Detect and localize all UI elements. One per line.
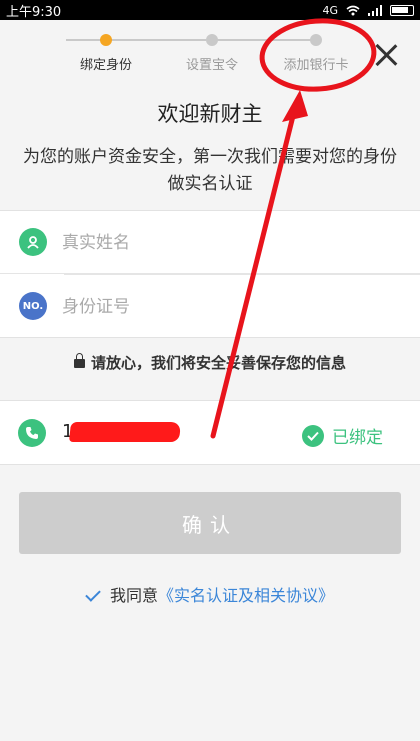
status-icons: 4G [322, 4, 414, 17]
close-icon[interactable] [371, 40, 401, 70]
user-icon [19, 228, 47, 256]
check-circle-icon [302, 424, 324, 447]
signal-icon [368, 4, 382, 16]
security-notice: 请放心，我们将安全妥善保存您的信息 [0, 352, 420, 373]
page-title: 欢迎新财主 [157, 102, 263, 126]
step-label-2: 设置宝令 [185, 58, 239, 73]
status-time: 上午9:30 [6, 4, 62, 20]
id-number-icon: NO. [19, 292, 47, 320]
page-description: 为您的账户资金安全，第一次我们需要对您的身份做实名认证 [23, 147, 397, 194]
name-row [0, 211, 420, 274]
security-notice-text: 请放心，我们将安全妥善保存您的信息 [90, 354, 346, 372]
step-connector [66, 39, 206, 41]
step-label-3: 添加银行卡 [283, 58, 349, 73]
agreement-row: 我同意《实名认证及相关协议》 [0, 582, 420, 606]
id-icon-text: NO. [22, 300, 44, 312]
lock-icon [73, 353, 85, 368]
header-area: 绑定身份 设置宝令 添加银行卡 欢迎新财主 为您的账户资金安全，第一次我们需要对… [0, 20, 420, 210]
progress-steps: 绑定身份 设置宝令 添加银行卡 [60, 34, 360, 84]
phone-binding-row: 1 已绑定 [0, 400, 420, 465]
real-name-input[interactable] [62, 223, 392, 263]
confirm-button[interactable]: 确认 [19, 492, 401, 554]
bound-status-text: 已绑定 [332, 428, 383, 448]
step-dot-3 [310, 34, 322, 46]
redaction-mark [68, 422, 182, 442]
id-number-input[interactable] [62, 287, 392, 327]
step-label-1: 绑定身份 [79, 58, 133, 73]
wifi-icon [346, 5, 360, 15]
step-connector [212, 39, 314, 41]
status-bar: 上午9:30 4G [0, 0, 420, 20]
step-dot-1 [100, 34, 112, 46]
battery-icon [390, 4, 414, 16]
identity-form: NO. [0, 210, 420, 338]
step-dot-2 [206, 34, 218, 46]
phone-icon [18, 419, 46, 447]
checkmark-icon[interactable] [85, 586, 101, 602]
id-row: NO. [0, 275, 420, 338]
signal-label: 4G [322, 3, 338, 17]
agreement-link[interactable]: 《实名认证及相关协议》 [158, 586, 334, 605]
bound-status: 已绑定 [302, 423, 383, 448]
agreement-prefix: 我同意 [109, 586, 158, 605]
